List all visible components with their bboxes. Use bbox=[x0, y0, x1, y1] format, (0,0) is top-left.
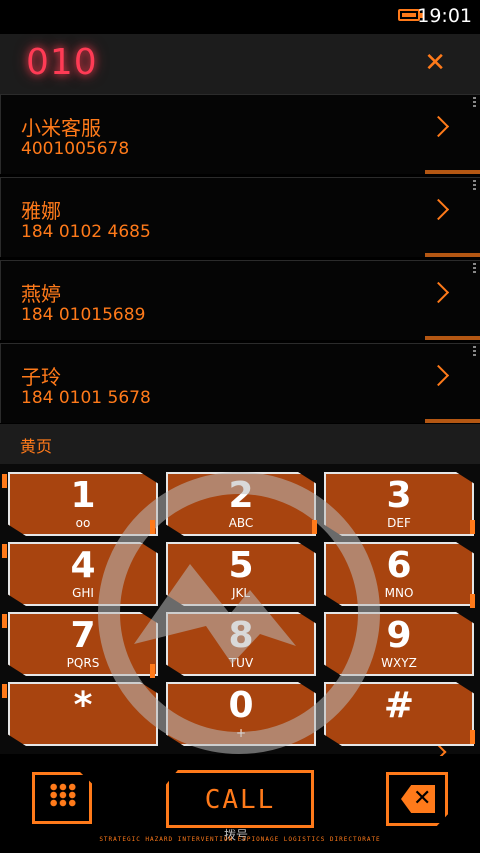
key-4[interactable]: 4 GHI bbox=[8, 542, 158, 606]
decor-accent bbox=[470, 520, 475, 534]
key-2[interactable]: 2 ABC bbox=[166, 472, 316, 536]
key-digit: 4 bbox=[70, 545, 96, 586]
decor-accent bbox=[150, 520, 155, 534]
key-letters: GHI bbox=[72, 586, 94, 600]
key-digit: * bbox=[73, 685, 93, 726]
key-letters: ABC bbox=[228, 516, 254, 530]
contact-name: 小米客服 bbox=[21, 116, 101, 140]
dialpad-toggle-button[interactable] bbox=[32, 772, 92, 824]
key-5[interactable]: 5 JKL bbox=[166, 542, 316, 606]
decor-accent bbox=[2, 684, 7, 698]
dialed-number: 010 bbox=[26, 42, 98, 83]
backspace-button[interactable]: ✕ bbox=[386, 772, 448, 826]
key-6[interactable]: 6 MNO bbox=[324, 542, 474, 606]
decor-accent bbox=[470, 594, 475, 608]
key-letters: JKL bbox=[231, 586, 251, 600]
key-digit: 5 bbox=[228, 545, 254, 586]
key-digit: 1 bbox=[70, 475, 96, 516]
dialed-number-bar: 010 ✕ bbox=[0, 34, 480, 94]
decor-bar bbox=[425, 253, 480, 257]
key-letters: + bbox=[235, 726, 247, 740]
contact-name: 子玲 bbox=[21, 365, 61, 389]
key-digit: 6 bbox=[386, 545, 412, 586]
call-button[interactable]: CALL bbox=[166, 770, 314, 828]
status-time: 19:01 bbox=[417, 5, 472, 27]
section-header-yellow-pages: 黄页 bbox=[0, 424, 480, 464]
contact-row[interactable]: 雅娜 184 0102 4685 bbox=[0, 177, 480, 257]
key-letters: MNO bbox=[384, 586, 414, 600]
key-digit: 3 bbox=[386, 475, 412, 516]
chevron-right-icon[interactable] bbox=[427, 198, 450, 221]
decor-accent bbox=[2, 614, 7, 628]
key-8[interactable]: 8 TUV bbox=[166, 612, 316, 676]
key-letters: PQRS bbox=[66, 656, 100, 670]
key-digit: 8 bbox=[228, 615, 254, 656]
decor-dots bbox=[473, 346, 476, 356]
key-digit: 7 bbox=[70, 615, 96, 656]
contact-name: 燕婷 bbox=[21, 282, 61, 306]
decor-accent bbox=[2, 544, 7, 558]
status-bar: 19:01 bbox=[0, 0, 480, 34]
contact-row[interactable]: 子玲 184 0101 5678 bbox=[0, 343, 480, 423]
decor-bar bbox=[425, 170, 480, 174]
footer-text: STRATEGIC HAZARD INTERVENTION ESPIONAGE … bbox=[99, 836, 381, 843]
key-hash[interactable]: # bbox=[324, 682, 474, 746]
decor-accent bbox=[2, 474, 7, 488]
contact-list: 小米客服 4001005678 雅娜 184 0102 4685 燕婷 184 … bbox=[0, 94, 480, 426]
key-7[interactable]: 7 PQRS bbox=[8, 612, 158, 676]
key-digit: 2 bbox=[228, 475, 254, 516]
dialpad-grid-icon bbox=[49, 783, 77, 807]
key-star[interactable]: * bbox=[8, 682, 158, 746]
close-icon[interactable]: ✕ bbox=[424, 48, 446, 78]
call-label: CALL bbox=[204, 785, 276, 815]
key-letters: TUV bbox=[228, 656, 254, 670]
key-3[interactable]: 3 DEF bbox=[324, 472, 474, 536]
key-1[interactable]: 1 ᴏᴏ bbox=[8, 472, 158, 536]
decor-bar bbox=[425, 419, 480, 423]
decor-bar bbox=[425, 336, 480, 340]
key-digit: 9 bbox=[386, 615, 412, 656]
key-letters: DEF bbox=[387, 516, 411, 530]
decor-accent bbox=[150, 664, 155, 678]
chevron-right-icon[interactable] bbox=[427, 115, 450, 138]
voicemail-icon: ᴏᴏ bbox=[75, 516, 91, 530]
contact-number: 4001005678 bbox=[21, 139, 130, 159]
contact-name: 雅娜 bbox=[21, 199, 61, 223]
decor-accent bbox=[312, 520, 317, 534]
key-0[interactable]: 0 + bbox=[166, 682, 316, 746]
contact-number: 184 0101 5678 bbox=[21, 388, 151, 408]
chevron-right-icon[interactable] bbox=[427, 281, 450, 304]
close-icon: ✕ bbox=[413, 786, 432, 811]
chevron-right-icon[interactable] bbox=[427, 364, 450, 387]
decor-dots bbox=[473, 97, 476, 107]
contact-number: 184 0102 4685 bbox=[21, 222, 151, 242]
contact-number: 184 01015689 bbox=[21, 305, 146, 325]
decor-dots bbox=[473, 180, 476, 190]
key-digit: # bbox=[383, 685, 415, 726]
decor-dots bbox=[473, 263, 476, 273]
key-9[interactable]: 9 WXYZ bbox=[324, 612, 474, 676]
decor-accent bbox=[470, 730, 475, 744]
contact-row[interactable]: 小米客服 4001005678 bbox=[0, 94, 480, 174]
key-digit: 0 bbox=[228, 685, 254, 726]
contact-row[interactable]: 燕婷 184 01015689 bbox=[0, 260, 480, 340]
section-label: 黄页 bbox=[20, 437, 53, 456]
key-letters: WXYZ bbox=[381, 656, 417, 670]
